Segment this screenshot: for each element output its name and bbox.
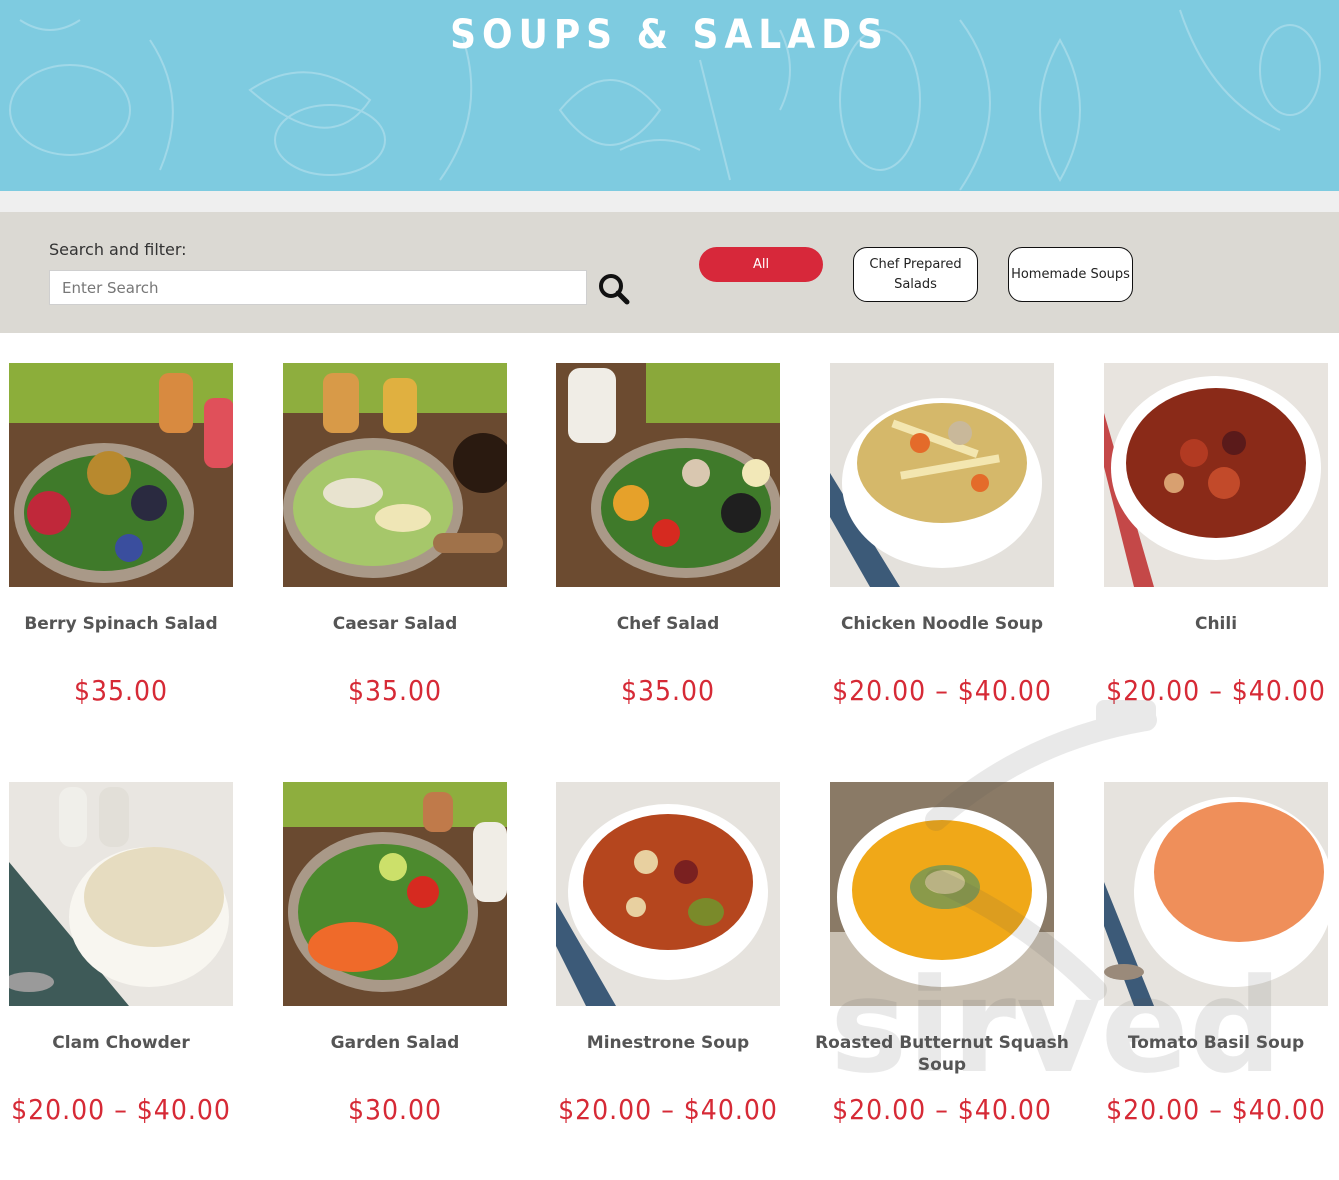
product-image[interactable] — [9, 782, 233, 1006]
product-image[interactable] — [830, 363, 1054, 587]
product-name[interactable]: Chef Salad — [526, 613, 810, 635]
product-image[interactable] — [556, 363, 780, 587]
product-price: $35.00 — [620, 674, 716, 707]
product-price: $20.00 – $40.00 — [11, 1093, 231, 1126]
product-name[interactable]: Minestrone Soup — [526, 1032, 810, 1054]
search-button[interactable] — [597, 272, 631, 306]
product-card[interactable]: Tomato Basil Soup $20.00 – $40.00 — [1104, 782, 1328, 1126]
product-card[interactable]: Garden Salad $30.00 — [283, 782, 507, 1126]
page-title: SOUPS & SALADS — [450, 12, 889, 58]
divider-strip — [0, 191, 1339, 212]
hero-banner: SOUPS & SALADS — [0, 0, 1339, 191]
filter-chef-prepared-salads-button[interactable]: Chef Prepared Salads — [853, 247, 978, 302]
filter-bar: Search and filter: All Chef Prepared Sal… — [0, 212, 1339, 333]
product-name[interactable]: Tomato Basil Soup — [1074, 1032, 1339, 1054]
product-price: $35.00 — [73, 674, 169, 707]
search-input[interactable] — [49, 270, 587, 305]
product-image[interactable] — [9, 363, 233, 587]
product-image[interactable] — [283, 782, 507, 1006]
product-image[interactable] — [1104, 782, 1328, 1006]
product-image[interactable] — [830, 782, 1054, 1006]
product-image[interactable] — [283, 363, 507, 587]
product-name[interactable]: Berry Spinach Salad — [0, 613, 263, 635]
product-card[interactable]: Clam Chowder $20.00 – $40.00 — [9, 782, 233, 1126]
product-name[interactable]: Caesar Salad — [253, 613, 537, 635]
product-name[interactable]: Chicken Noodle Soup — [800, 613, 1084, 635]
product-image[interactable] — [556, 782, 780, 1006]
filter-label: Search and filter: — [49, 240, 187, 259]
product-name[interactable]: Chili — [1074, 613, 1339, 635]
product-card[interactable]: Roasted Butternut Squash Soup $20.00 – $… — [815, 782, 1069, 1126]
filter-homemade-soups-button[interactable]: Homemade Soups — [1008, 247, 1133, 302]
product-price: $20.00 – $40.00 — [558, 1093, 778, 1126]
product-price: $20.00 – $40.00 — [1106, 674, 1326, 707]
product-card[interactable]: Chicken Noodle Soup $20.00 – $40.00 — [830, 363, 1054, 707]
filter-all-button[interactable]: All — [699, 247, 823, 282]
product-image[interactable] — [1104, 363, 1328, 587]
product-card[interactable]: Chili $20.00 – $40.00 — [1104, 363, 1328, 707]
product-name[interactable]: Roasted Butternut Squash Soup — [800, 1032, 1084, 1076]
search-icon — [599, 274, 630, 305]
product-card[interactable]: Caesar Salad $35.00 — [283, 363, 507, 707]
product-name[interactable]: Clam Chowder — [0, 1032, 263, 1054]
product-name[interactable]: Garden Salad — [253, 1032, 537, 1054]
product-price: $30.00 — [347, 1093, 443, 1126]
product-card[interactable]: Minestrone Soup $20.00 – $40.00 — [556, 782, 780, 1126]
product-card[interactable]: Berry Spinach Salad $35.00 — [9, 363, 233, 707]
product-card[interactable]: Chef Salad $35.00 — [556, 363, 780, 707]
product-price: $35.00 — [347, 674, 443, 707]
product-price: $20.00 – $40.00 — [1106, 1093, 1326, 1126]
product-price: $20.00 – $40.00 — [832, 674, 1052, 707]
product-price: $20.00 – $40.00 — [832, 1093, 1052, 1126]
